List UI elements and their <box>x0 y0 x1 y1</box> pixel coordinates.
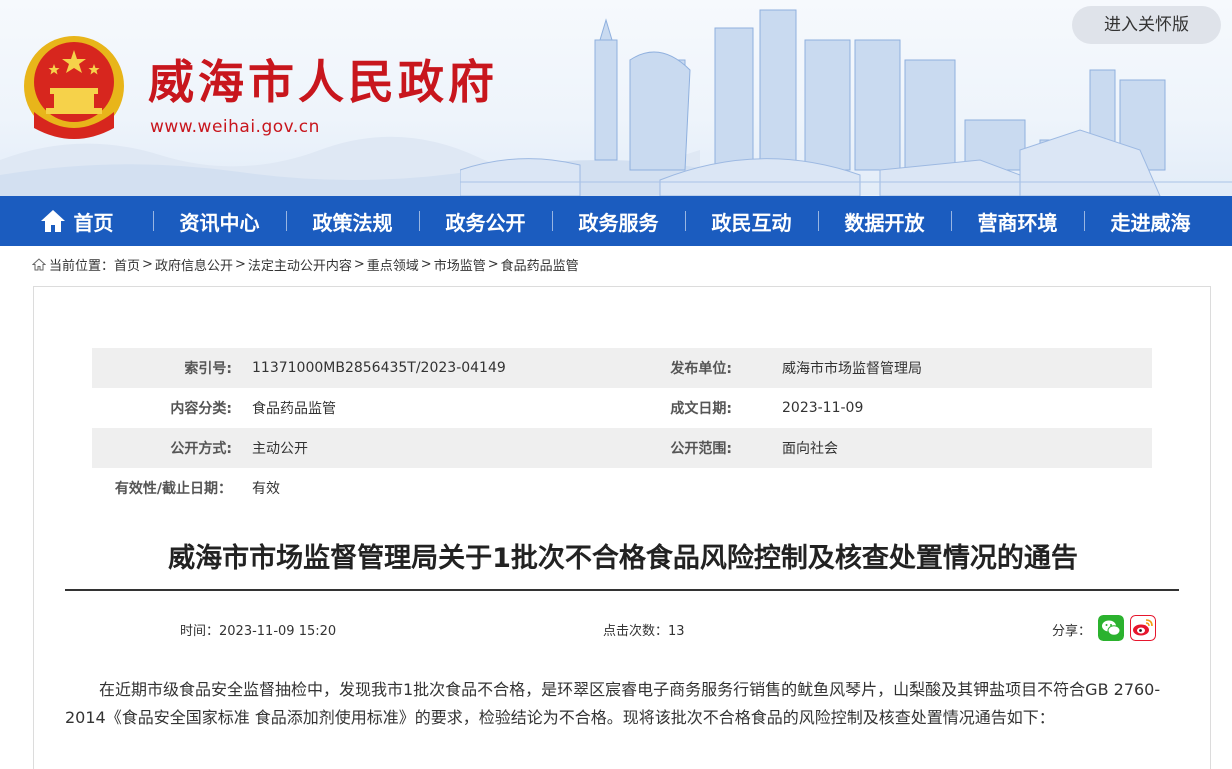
nav-item-label: 数据开放 <box>844 210 925 235</box>
site-header: 威海市人民政府 www.weihai.gov.cn 进入关怀版 <box>0 0 1232 196</box>
nav-item-label: 政务服务 <box>578 210 659 235</box>
category-value: 食品药品监管 <box>252 401 336 417</box>
metadata-table: 索引号: 11371000MB2856435T/2023-04149 发布单位:… <box>92 348 1152 508</box>
breadcrumb: 当前位置： 首页 > 政府信息公开 > 法定主动公开内容 > 重点领域 > 市场监管 > … <box>32 255 579 274</box>
method-label: 公开方式: <box>170 441 232 457</box>
breadcrumb-item[interactable]: 政府信息公开 <box>155 255 233 274</box>
article-body: 在近期市级食品安全监督抽检中，发现我市1批次食品不合格，是环翠区宸睿电子商务服务… <box>65 680 1161 727</box>
nav-item-policy[interactable]: 政策法规 <box>286 196 419 246</box>
publisher-value: 威海市市场监督管理局 <box>782 361 922 377</box>
validity-value: 有效 <box>252 481 280 497</box>
meta-row: 内容分类: 食品药品监管 成文日期: 2023-11-09 <box>92 388 1152 428</box>
nav-item-business[interactable]: 营商环境 <box>951 196 1084 246</box>
date-value: 2023-11-09 <box>782 400 864 416</box>
nav-item-label: 政策法规 <box>312 210 393 235</box>
national-emblem-logo <box>24 36 124 139</box>
nav-item-gov-service[interactable]: 政务服务 <box>552 196 685 246</box>
weibo-share-icon[interactable] <box>1130 615 1156 641</box>
nav-item-label: 营商环境 <box>977 210 1058 235</box>
site-title: 威海市人民政府 <box>148 55 498 109</box>
care-mode-button[interactable]: 进入关怀版 <box>1072 6 1221 44</box>
home-icon <box>40 210 65 232</box>
nav-item-about[interactable]: 走进威海 <box>1084 196 1217 246</box>
publisher-label: 发布单位: <box>670 361 732 377</box>
nav-item-label: 首页 <box>73 210 114 235</box>
scope-label: 公开范围: <box>670 441 732 457</box>
meta-row: 公开方式: 主动公开 公开范围: 面向社会 <box>92 428 1152 468</box>
breadcrumb-item[interactable]: 食品药品监管 <box>501 255 579 274</box>
wechat-share-icon[interactable] <box>1098 615 1124 641</box>
nav-item-label: 政务公开 <box>445 210 526 235</box>
publish-time: 时间：2023-11-09 15:20 <box>180 620 336 639</box>
article-container: 索引号: 11371000MB2856435T/2023-04149 发布单位:… <box>33 286 1211 769</box>
breadcrumb-item[interactable]: 重点领域 <box>367 255 419 274</box>
view-count: 点击次数：13 <box>603 620 685 639</box>
index-label: 索引号: <box>184 361 232 377</box>
nav-item-home[interactable]: 首页 <box>0 196 153 246</box>
time-label: 时间： <box>180 624 220 639</box>
index-value: 11371000MB2856435T/2023-04149 <box>252 360 506 376</box>
title-divider <box>65 589 1179 591</box>
category-label: 内容分类: <box>170 401 232 417</box>
breadcrumb-prefix: 当前位置： <box>49 259 115 274</box>
breadcrumb-item[interactable]: 法定主动公开内容 <box>248 255 352 274</box>
share-label: 分享： <box>1052 624 1092 639</box>
breadcrumb-item[interactable]: 市场监管 <box>434 255 486 274</box>
date-label: 成文日期: <box>670 401 732 417</box>
meta-row: 有效性/截止日期： 有效 <box>92 468 1152 508</box>
nav-item-label: 政民互动 <box>711 210 792 235</box>
method-value: 主动公开 <box>252 441 308 457</box>
views-label: 点击次数： <box>603 624 669 639</box>
nav-item-interaction[interactable]: 政民互动 <box>685 196 818 246</box>
nav-item-label: 走进威海 <box>1110 210 1191 235</box>
nav-item-open-data[interactable]: 数据开放 <box>818 196 951 246</box>
home-icon <box>32 258 46 271</box>
nav-item-news[interactable]: 资讯中心 <box>153 196 286 246</box>
validity-label: 有效性/截止日期： <box>114 481 232 497</box>
nav-item-label: 资讯中心 <box>179 210 260 235</box>
article-title: 威海市市场监督管理局关于1批次不合格食品风险控制及核查处置情况的通告 <box>168 543 1078 574</box>
breadcrumb-item[interactable]: 首页 <box>114 255 140 274</box>
site-url: www.weihai.gov.cn <box>150 117 320 137</box>
nav-item-gov-open[interactable]: 政务公开 <box>419 196 552 246</box>
scope-value: 面向社会 <box>782 441 838 457</box>
main-nav: 首页 资讯中心 政策法规 政务公开 政务服务 政民互动 数据开放 营商环境 走进… <box>0 196 1232 246</box>
meta-row: 索引号: 11371000MB2856435T/2023-04149 发布单位:… <box>92 348 1152 388</box>
time-value: 2023-11-09 15:20 <box>219 624 337 639</box>
views-value: 13 <box>668 624 685 639</box>
